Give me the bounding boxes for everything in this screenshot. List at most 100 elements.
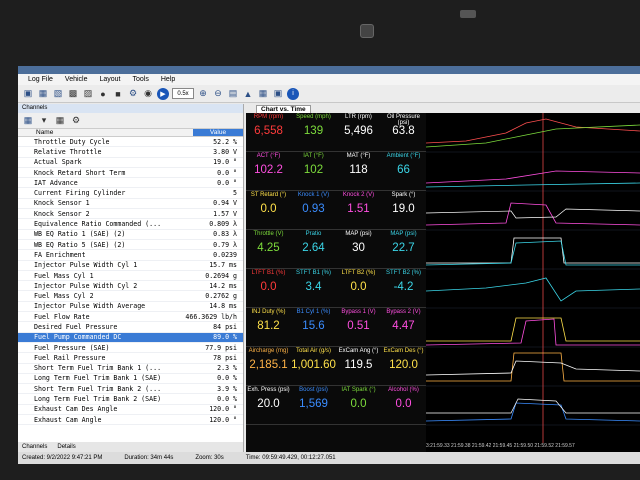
gauge[interactable]: IAT Spark (°) 0.0 (336, 386, 381, 424)
vehicle-icon[interactable]: ▩ (67, 88, 79, 100)
channel-row[interactable]: Short Term Fuel Trim Bank 1 (... 2.3 % (18, 364, 243, 374)
zoom-out-icon[interactable]: ⊖ (212, 88, 224, 100)
gauge[interactable]: MAP (psi) 22.7 (381, 230, 426, 268)
channel-row[interactable]: Fuel Rail Pressure 78 psi (18, 353, 243, 364)
gauge[interactable]: Boost (psi) 1,569 (291, 386, 336, 424)
channel-row[interactable]: Exhaust Cam Des Angle 120.0 ° (18, 405, 243, 416)
tab-chart-vs-time[interactable]: Chart vs. Time (256, 105, 311, 113)
column-value[interactable]: Value (193, 129, 243, 136)
gauge[interactable]: Bypass 2 (V) 4.47 (381, 308, 426, 346)
status-bar: Created: 9/2/2022 9:47:21 PM Duration: 3… (18, 452, 640, 464)
stop-icon[interactable]: ■ (112, 88, 124, 100)
gauge[interactable]: Knock 1 (V) 0.93 (291, 191, 336, 229)
chart-icon[interactable]: ▲ (242, 88, 254, 100)
gauge[interactable]: Knock 2 (V) 1.51 (336, 191, 381, 229)
channel-row[interactable]: Injector Pulse Width Cyl 2 14.2 ms (18, 281, 243, 292)
menu-tools[interactable]: Tools (133, 76, 149, 83)
channel-row[interactable]: IAT Advance 0.0 ° (18, 178, 243, 189)
folder-icon[interactable]: ▦ (22, 115, 34, 127)
gauge[interactable]: Ambient (°F) 66 (381, 152, 426, 190)
channel-row[interactable]: Relative Throttle 3.80 V (18, 147, 243, 158)
dropdown-icon[interactable]: ▾ (38, 115, 50, 127)
gauge[interactable]: Aircharge (mg) 2,185.1 (246, 347, 291, 385)
panel-tabs: Channels Details (18, 442, 243, 452)
grid-icon[interactable]: ▦ (54, 115, 66, 127)
zoom-select[interactable]: 0.5x (172, 88, 194, 99)
channel-name: Knock Retard Short Term (34, 168, 126, 177)
channel-row[interactable]: Long Term Fuel Trim Bank 1 (SAE) 0.0 % (18, 374, 243, 385)
gauge[interactable]: Spark (°) 19.0 (381, 191, 426, 229)
gauge[interactable]: Alcohol (%) 0.0 (381, 386, 426, 424)
channel-row[interactable]: FA Enrichment 0.0239 (18, 250, 243, 261)
gauge-label: MAP (psi) (390, 231, 417, 237)
channel-row[interactable]: Fuel Mass Cyl 1 0.2694 g (18, 271, 243, 282)
gauge[interactable]: ExCam Ang (°) 119.5 (336, 347, 381, 385)
table-icon[interactable]: ▦ (257, 88, 269, 100)
channel-row[interactable]: Fuel Pump Commanded DC 89.0 % (18, 332, 243, 343)
tab-channels[interactable]: Channels (22, 444, 47, 450)
gauge[interactable]: STFT B2 (%) -4.2 (381, 269, 426, 307)
gauge[interactable]: RPM (rpm) 6,558 (246, 113, 291, 151)
gauge[interactable]: MAT (°F) 118 (336, 152, 381, 190)
zoom-in-icon[interactable]: ⊕ (197, 88, 209, 100)
menu-help[interactable]: Help (161, 76, 175, 83)
channel-row[interactable]: Knock Sensor 2 1.57 V (18, 209, 243, 220)
gauge[interactable]: INJ Duty (%) 81.2 (246, 308, 291, 346)
open-icon[interactable]: ▣ (22, 88, 34, 100)
scanner-icon[interactable]: ▨ (82, 88, 94, 100)
gauge[interactable]: B1 Cyl 1 (%) 15.6 (291, 308, 336, 346)
channel-row[interactable]: Exhaust Cam Angle 120.0 ° (18, 415, 243, 426)
gauge[interactable]: Total Air (g/s) 1,001.60 (291, 347, 336, 385)
channels-list: Throttle Duty Cycle 52.2 % Relative Thrott… (18, 137, 243, 426)
channel-row[interactable]: Actual Spark 19.0 ° (18, 158, 243, 168)
settings-icon[interactable]: ⚙ (70, 115, 82, 127)
gauge[interactable]: Throttle (V) 4.25 (246, 230, 291, 268)
camera-icon[interactable]: ◉ (142, 88, 154, 100)
gauge[interactable]: Oil Pressure (psi) 63.8 (381, 113, 426, 151)
gauge[interactable]: LTR (rpm) 5,496 (336, 113, 381, 151)
connect-icon[interactable]: ⚙ (127, 88, 139, 100)
gauge[interactable]: LTFT B2 (%) 0.0 (336, 269, 381, 307)
channel-row[interactable]: WB EQ Ratio 1 (SAE) (2) 0.83 λ (18, 230, 243, 240)
gauge[interactable]: Exh. Press (psi) 20.0 (246, 386, 291, 424)
gauge[interactable]: ExCam Des (°) 120.0 (381, 347, 426, 385)
info-icon[interactable]: i (287, 87, 299, 100)
menu-layout[interactable]: Layout (99, 76, 120, 83)
channel-row[interactable]: Long Term Fuel Trim Bank 2 (SAE) 0.0 % (18, 394, 243, 405)
gauge-value: 19.0 (392, 203, 415, 215)
gauge[interactable]: MAP (psi) 30 (336, 230, 381, 268)
channel-row[interactable]: Throttle Duty Cycle 52.2 % (18, 137, 243, 148)
channel-row[interactable]: Equivalence Ratio Commanded (... 0.809 λ (18, 219, 243, 230)
channel-row[interactable]: Current Firing Cylinder 5 (18, 188, 243, 199)
channel-row[interactable]: Injector Pulse Width Cyl 1 15.7 ms (18, 261, 243, 271)
gauge[interactable]: ACT (°F) 102.2 (246, 152, 291, 190)
save-icon[interactable]: ▦ (37, 88, 49, 100)
column-name[interactable]: Name (18, 129, 193, 136)
tab-details[interactable]: Details (57, 444, 75, 450)
channel-row[interactable]: Short Term Fuel Trim Bank 2 (... 3.9 % (18, 384, 243, 395)
channel-row[interactable]: Knock Sensor 1 0.94 V (18, 199, 243, 210)
channel-row[interactable]: Fuel Mass Cyl 2 0.2762 g (18, 291, 243, 302)
menu-log-file[interactable]: Log File (28, 76, 53, 83)
time-plots[interactable] (426, 113, 640, 443)
channel-row[interactable]: Desired Fuel Pressure 84 psi (18, 322, 243, 333)
channel-row[interactable]: Fuel Flow Rate 466.3629 lb/h (18, 312, 243, 323)
gauge[interactable]: LTFT B1 (%) 0.0 (246, 269, 291, 307)
channel-row[interactable]: WB EQ Ratio 5 (SAE) (2) 0.79 λ (18, 240, 243, 251)
record-icon[interactable]: ● (97, 88, 109, 100)
gauge[interactable]: STFT B1 (%) 3.4 (291, 269, 336, 307)
play-icon[interactable]: ▶ (157, 87, 169, 100)
gauge[interactable]: Speed (mph) 139 (291, 113, 336, 151)
export-icon[interactable]: ▣ (272, 88, 284, 100)
gauge[interactable]: Pratio 2.64 (291, 230, 336, 268)
gauge[interactable]: Bypass 1 (V) 0.51 (336, 308, 381, 346)
gauge[interactable]: IAT (°F) 102 (291, 152, 336, 190)
channel-row[interactable]: Fuel Pressure (SAE) 77.9 psi (18, 343, 243, 354)
gauge-label: ExCam Des (°) (383, 348, 424, 354)
channel-row[interactable]: Knock Retard Short Term 0.0 ° (18, 168, 243, 179)
channel-row[interactable]: Injector Pulse Width Average 14.8 ms (18, 302, 243, 313)
layout-icon[interactable]: ▤ (227, 88, 239, 100)
menu-vehicle[interactable]: Vehicle (65, 76, 88, 83)
gauge[interactable]: ST Retard (°) 0.0 (246, 191, 291, 229)
save-as-icon[interactable]: ▧ (52, 88, 64, 100)
